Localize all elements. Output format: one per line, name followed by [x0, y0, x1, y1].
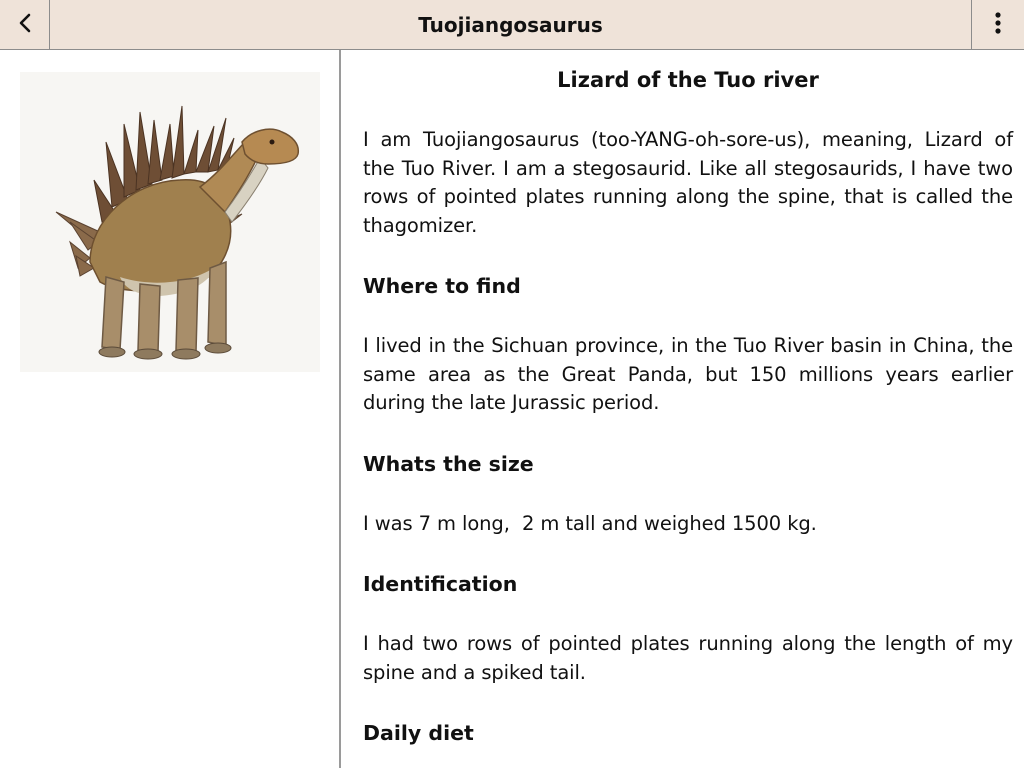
- vertical-ellipsis-icon: [994, 11, 1002, 39]
- page-title: Tuojiangosaurus: [418, 13, 603, 37]
- section-title-where: Where to find: [363, 274, 521, 298]
- dinosaur-image: [20, 72, 320, 372]
- article-intro: I am Tuojiangosaurus (too-YANG-oh-sore-u…: [363, 128, 1013, 237]
- section-text-where: I lived in the Sichuan province, in the …: [363, 334, 1013, 414]
- overflow-menu-button[interactable]: [971, 0, 1024, 50]
- section-title-identification: Identification: [363, 572, 518, 596]
- section-text-identification: I had two rows of pointed plates running…: [363, 632, 1013, 684]
- article-heading: Lizard of the Tuo river: [557, 68, 819, 92]
- chevron-left-icon: [18, 13, 32, 37]
- section-title-diet: Daily diet: [363, 721, 474, 745]
- section-text-size: I was 7 m long, 2 m tall and weighed 150…: [363, 511, 817, 535]
- article-pane[interactable]: Lizard of the Tuo river I am Tuojiangosa…: [341, 50, 1024, 768]
- back-button[interactable]: [0, 0, 50, 50]
- section-title-size: Whats the size: [363, 451, 534, 476]
- article-content: Lizard of the Tuo river I am Tuojiangosa…: [363, 64, 1013, 768]
- top-bar: Tuojiangosaurus: [0, 0, 1024, 50]
- image-pane: [0, 50, 339, 768]
